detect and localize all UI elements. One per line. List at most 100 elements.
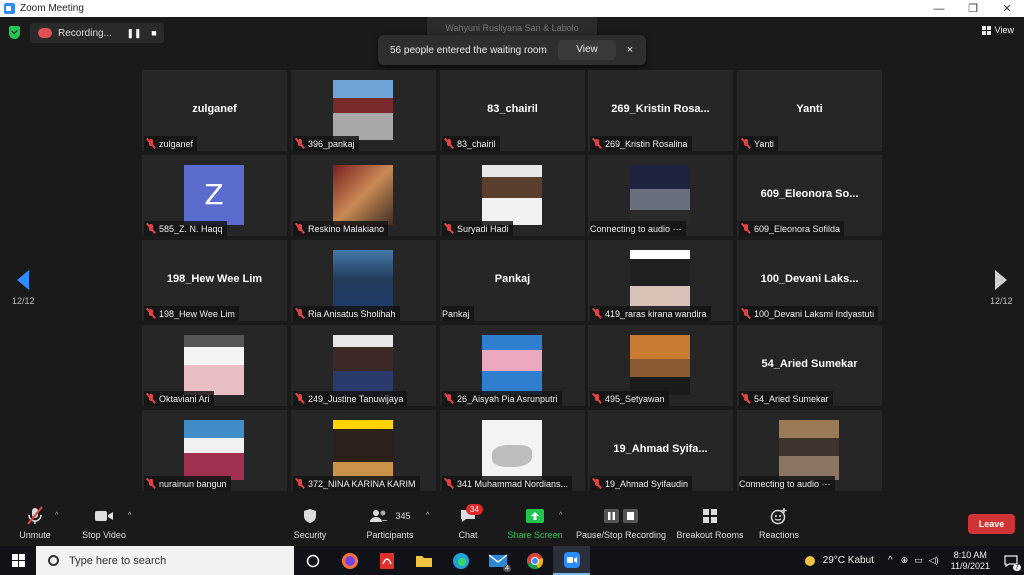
participant-tile[interactable]: 19_Ahmad Syifa... 19_Ahmad Syifaudin (588, 410, 733, 491)
participant-tile[interactable]: Reskino Malakiano (291, 155, 436, 236)
file-explorer-taskbar-app[interactable] (405, 546, 442, 575)
notification-center-button[interactable]: 7 (998, 546, 1024, 575)
participant-tile[interactable]: zulganef zulganef (142, 70, 287, 151)
minimize-icon[interactable]: — (922, 0, 956, 17)
firefox-taskbar-app[interactable] (331, 546, 368, 575)
gallery-grid: zulganef zulganef 396_pankaj 83_chairil … (142, 70, 882, 493)
unmute-button[interactable]: Unmute (14, 506, 56, 540)
notification-close-icon[interactable]: × (616, 44, 644, 56)
encryption-shield-icon[interactable] (9, 26, 20, 39)
stop-recording-icon[interactable]: ■ (144, 28, 164, 38)
participant-tile[interactable]: 341 Muhammad Nordians... (440, 410, 585, 491)
participants-button[interactable]: 345 Participants (362, 506, 418, 540)
participant-display-name: 609_Eleonora So... (760, 188, 859, 200)
participant-tile[interactable]: 198_Hew Wee Lim 198_Hew Wee Lim (142, 240, 287, 321)
participant-name: Suryadi Hadi (457, 223, 509, 234)
participant-tile[interactable]: Ria Anisatus Sholihah (291, 240, 436, 321)
pause-stop-recording-button[interactable]: Pause/Stop Recording (576, 506, 666, 540)
start-button[interactable] (0, 546, 36, 575)
participant-tile[interactable]: 100_Devani Laks... 100_Devani Laksmi Ind… (737, 240, 882, 321)
view-button[interactable]: View (981, 25, 1014, 35)
weather-text[interactable]: 29°C Kabut (823, 555, 874, 566)
close-icon[interactable]: ✕ (990, 0, 1024, 17)
pdf-icon (379, 552, 394, 569)
edge-icon (452, 552, 469, 569)
mic-muted-icon (294, 223, 306, 234)
participant-tile[interactable]: Connecting to audio ··· (588, 155, 733, 236)
weather-sun-icon (804, 555, 815, 566)
participant-video (333, 250, 393, 310)
stop-video-button[interactable]: Stop Video (78, 506, 130, 540)
audio-options-chevron-up-icon[interactable]: ^ (55, 512, 58, 519)
participant-tile[interactable]: nurainun bangun (142, 410, 287, 491)
participant-tile[interactable]: 495_Setyawan (588, 325, 733, 406)
participant-tile[interactable]: 609_Eleonora So... 609_Eleonora Sofilda (737, 155, 882, 236)
participant-tile[interactable]: 269_Kristin Rosa... 269_Kristin Rosalina (588, 70, 733, 151)
zoom-taskbar-app[interactable] (553, 546, 590, 575)
security-button[interactable]: Security (290, 506, 330, 540)
mic-muted-icon (145, 138, 157, 149)
participant-name: Yanti (754, 138, 774, 149)
participant-label: Connecting to audio ··· (739, 476, 835, 491)
pause-stop-icon (576, 506, 666, 526)
mic-muted-icon (740, 393, 752, 404)
participant-tile[interactable]: Pankaj Pankaj (440, 240, 585, 321)
participant-tile[interactable]: Oktaviani Ari (142, 325, 287, 406)
share-screen-icon (506, 506, 564, 526)
previous-page-button[interactable]: 12/12 (12, 270, 35, 306)
share-options-chevron-up-icon[interactable]: ^ (559, 512, 562, 519)
participants-chevron-up-icon[interactable]: ^ (426, 512, 429, 519)
mail-badge: 4 (503, 565, 511, 572)
edge-taskbar-app[interactable] (442, 546, 479, 575)
participant-name: 372_NINA KARINA KARIM (308, 478, 416, 489)
next-page-button[interactable]: 12/12 (990, 270, 1013, 306)
participants-icon-group: 345 (362, 506, 418, 526)
leave-button[interactable]: Leave (968, 514, 1015, 534)
volume-icon[interactable]: ◁) (929, 555, 939, 566)
notification-view-button[interactable]: View (558, 40, 616, 60)
network-icon[interactable]: ⊕ (901, 555, 909, 566)
participant-label: 249_Justine Tanuwijaya (293, 391, 408, 406)
video-camera-icon (78, 506, 130, 526)
participant-video (630, 335, 690, 395)
mic-muted-icon (591, 393, 603, 404)
pause-recording-icon[interactable]: ❚❚ (124, 28, 144, 39)
meeting-toolbar: Unmute ^ Stop Video ^ Security 345 Parti… (0, 502, 1024, 546)
mail-taskbar-app[interactable]: 4 (479, 546, 516, 575)
mic-muted-icon (145, 478, 157, 489)
unmute-label: Unmute (19, 530, 51, 540)
participant-tile[interactable]: 83_chairil 83_chairil (440, 70, 585, 151)
tray-chevron-up-icon[interactable]: ^ (888, 555, 893, 566)
task-view-button[interactable] (294, 546, 331, 575)
reactions-button[interactable]: Reactions (756, 506, 802, 540)
participant-tile[interactable]: 249_Justine Tanuwijaya (291, 325, 436, 406)
battery-icon[interactable]: ▭ (914, 555, 923, 566)
participant-tile[interactable]: Z 585_Z. N. Haqq (142, 155, 287, 236)
breakout-rooms-button[interactable]: Breakout Rooms (676, 506, 744, 540)
video-options-chevron-up-icon[interactable]: ^ (128, 512, 131, 519)
participant-label: 495_Setyawan (590, 391, 669, 406)
restore-icon[interactable]: ❐ (956, 0, 990, 17)
participant-video (333, 165, 393, 225)
participant-tile[interactable]: Suryadi Hadi (440, 155, 585, 236)
taskbar-clock[interactable]: 8:10 AM 11/9/2021 (951, 550, 990, 572)
participant-tile[interactable]: 372_NINA KARINA KARIM (291, 410, 436, 491)
chat-button[interactable]: 34 Chat (450, 504, 486, 540)
waiting-room-notification: 56 people entered the waiting room View … (378, 35, 646, 65)
share-screen-button[interactable]: Share Screen (506, 506, 564, 540)
participant-tile[interactable]: Connecting to audio ··· (737, 410, 882, 491)
participant-tile[interactable]: 419_raras kirana wandira (588, 240, 733, 321)
participant-name: Pankaj (442, 308, 470, 319)
taskbar-search-box[interactable]: Type here to search (36, 546, 294, 575)
system-tray: 29°C Kabut ^ ⊕ ▭ ◁) 8:10 AM 11/9/2021 7 (803, 546, 1024, 575)
firefox-icon (341, 552, 358, 569)
participant-tile[interactable]: 26_Aisyah Pia Asrunputri (440, 325, 585, 406)
pdf-reader-taskbar-app[interactable] (368, 546, 405, 575)
participant-tile[interactable]: Yanti Yanti (737, 70, 882, 151)
chrome-icon (526, 552, 543, 569)
mic-muted-icon (294, 393, 306, 404)
chrome-taskbar-app[interactable] (516, 546, 553, 575)
participant-label: nurainun bangun (144, 476, 231, 491)
participant-tile[interactable]: 54_Aried Sumekar 54_Aried Sumekar (737, 325, 882, 406)
participant-tile[interactable]: 396_pankaj (291, 70, 436, 151)
